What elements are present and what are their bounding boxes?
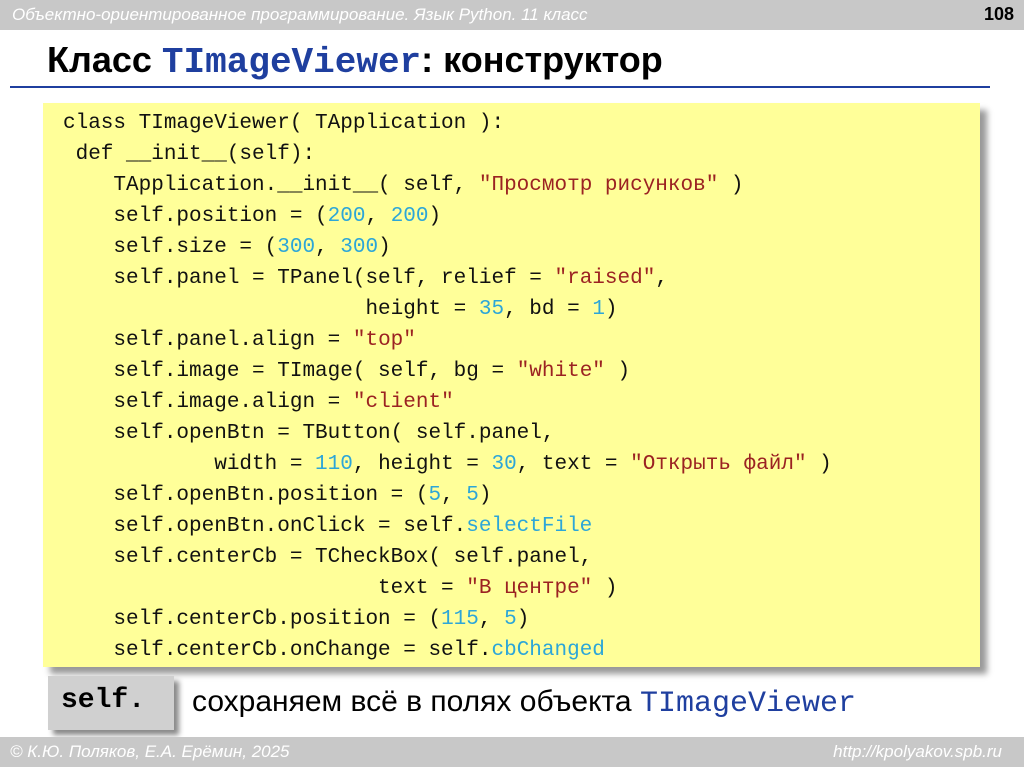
code-token: 5 — [428, 484, 442, 507]
code-token: ) — [478, 484, 492, 507]
code-line: self.panel = TPanel(self, relief = "rais… — [63, 263, 668, 294]
code-token: self.centerCb.position = ( — [63, 608, 442, 631]
code-token: ) — [718, 174, 744, 197]
code-token: 30 — [491, 453, 517, 476]
code-token: , text = — [516, 453, 631, 476]
code-token: selectFile — [466, 515, 593, 538]
code-token: "Открыть файл" — [630, 453, 807, 476]
code-line: self.image.align = "client" — [63, 387, 454, 418]
code-token: class TImageViewer( TApplication ): — [63, 112, 505, 135]
code-line: def __init__(self): — [63, 139, 315, 170]
code-token: ) — [604, 298, 618, 321]
code-token: "raised" — [554, 267, 656, 290]
code-token: 200 — [390, 205, 429, 228]
self-keyword-box: self. — [48, 676, 174, 730]
code-token: self.image.align = — [63, 391, 353, 414]
code-line: self.image = TImage( self, bg = "white" … — [63, 356, 630, 387]
code-token: 110 — [315, 453, 353, 476]
code-token: self.panel = TPanel(self, relief = — [63, 267, 555, 290]
code-line: self.centerCb = TCheckBox( self.panel, — [63, 542, 592, 573]
code-token: 200 — [327, 205, 366, 228]
code-line: self.centerCb.position = (115, 5) — [63, 604, 529, 635]
code-token: "client" — [352, 391, 454, 414]
footer-url: http://kpolyakov.spb.ru — [833, 742, 1002, 761]
code-token: 115 — [441, 608, 479, 631]
code-line: self.openBtn.position = (5, 5) — [63, 480, 492, 511]
code-token: 1 — [592, 298, 605, 321]
code-token: 300 — [277, 236, 316, 259]
code-line: class TImageViewer( TApplication ): — [63, 108, 504, 139]
code-token: text = — [63, 577, 467, 600]
title-class-name: TImageViewer — [161, 42, 422, 83]
code-line: width = 110, height = 30, text = "Открыт… — [63, 449, 832, 480]
code-token: 5 — [504, 608, 517, 631]
code-token: cbChanged — [491, 639, 605, 662]
code-token: ) — [604, 360, 631, 383]
footer-author: © К.Ю. Поляков, Е.А. Ерёмин, 2025 — [10, 742, 290, 761]
slide-title: Класс TImageViewer: конструктор — [47, 36, 663, 87]
note-class-name: TImageViewer — [639, 687, 856, 721]
code-token: self.image = TImage( self, bg = — [63, 360, 517, 383]
code-token: "white" — [516, 360, 605, 383]
code-token: self.openBtn = TButton( self.panel, — [63, 422, 555, 445]
code-token: "top" — [352, 329, 416, 352]
code-token: self.size = ( — [63, 236, 278, 259]
code-line: self.centerCb.onChange = self.cbChanged — [63, 635, 605, 666]
self-keyword: self. — [61, 685, 146, 716]
title-divider — [10, 86, 990, 88]
code-token: "В центре" — [466, 577, 593, 600]
code-block: class TImageViewer( TApplication ): def … — [43, 103, 980, 667]
code-token: , — [478, 608, 505, 631]
code-token: , — [441, 484, 467, 507]
code-token: , height = — [352, 453, 492, 476]
code-token: ) — [806, 453, 832, 476]
course-title: Объектно-ориентированное программировани… — [12, 5, 588, 24]
code-token: self.openBtn.position = ( — [63, 484, 429, 507]
code-line: self.openBtn.onClick = self.selectFile — [63, 511, 592, 542]
note-text: сохраняем всё в полях объекта — [192, 685, 640, 718]
code-line: height = 35, bd = 1) — [63, 294, 618, 325]
code-token: "Просмотр рисунков" — [478, 174, 719, 197]
code-token: 35 — [478, 298, 505, 321]
code-token: 300 — [340, 236, 379, 259]
code-token: , — [315, 236, 341, 259]
code-line: TApplication.__init__( self, "Просмотр р… — [63, 170, 744, 201]
code-token: ) — [516, 608, 530, 631]
header-bar: Объектно-ориентированное программировани… — [0, 0, 1024, 30]
code-line: self.position = (200, 200) — [63, 201, 441, 232]
code-token: ) — [592, 577, 618, 600]
code-line: self.openBtn = TButton( self.panel, — [63, 418, 554, 449]
code-line: self.size = (300, 300) — [63, 232, 391, 263]
code-token: 5 — [466, 484, 479, 507]
title-suffix: : конструктор — [421, 39, 663, 80]
code-token: , — [365, 205, 391, 228]
page-number: 108 — [983, 4, 1014, 24]
code-token: self.panel.align = — [63, 329, 353, 352]
code-line: self.panel.align = "top" — [63, 325, 416, 356]
code-token: height = — [63, 298, 479, 321]
footer-bar: © К.Ю. Поляков, Е.А. Ерёмин, 2025 http:/… — [0, 737, 1024, 767]
code-token: , bd = — [504, 298, 593, 321]
explanation-note: сохраняем всё в полях объекта TImageView… — [192, 685, 856, 721]
code-token: , — [655, 267, 668, 290]
code-token: width = — [63, 453, 316, 476]
code-token: self.centerCb = TCheckBox( self.panel, — [63, 546, 593, 569]
code-token: self.position = ( — [63, 205, 328, 228]
code-token: def __init__(self): — [63, 143, 316, 166]
code-token: ) — [378, 236, 391, 259]
title-prefix: Класс — [47, 39, 162, 80]
code-line: text = "В центре" ) — [63, 573, 618, 604]
code-token: TApplication.__init__( self, — [63, 174, 479, 197]
code-token: self.openBtn.onClick = self. — [63, 515, 467, 538]
code-token: self.centerCb.onChange = self. — [63, 639, 492, 662]
code-token: ) — [428, 205, 442, 228]
